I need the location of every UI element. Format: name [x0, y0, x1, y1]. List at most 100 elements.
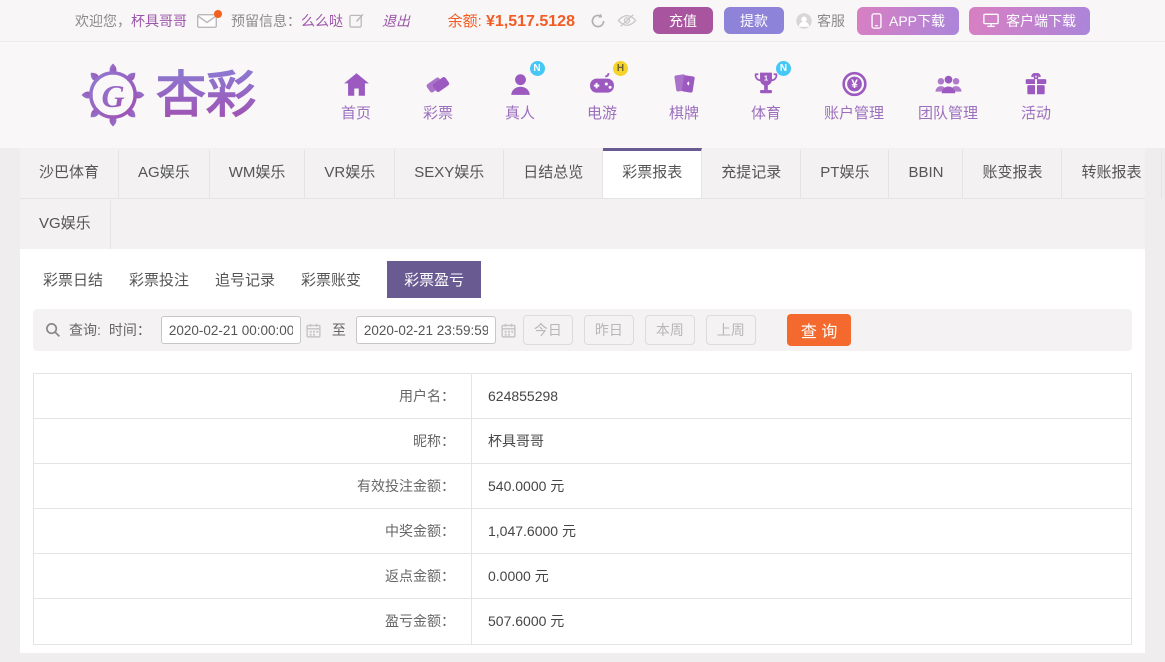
time-label: 时间： [108, 322, 151, 338]
balance: 余额: ¥1,517.5128 [448, 10, 575, 31]
tab-deposit-withdraw-records[interactable]: 充提记录 [702, 148, 802, 198]
nav-item-egames[interactable]: H 电游 [578, 61, 628, 123]
quick-last-week-button[interactable]: 上周 [705, 315, 756, 345]
tab-daily-overview[interactable]: 日结总览 [504, 148, 604, 198]
nav-item-sports[interactable]: 1 N 体育 [742, 61, 791, 123]
recharge-button[interactable]: 充值 [652, 7, 713, 34]
row-value: 507.6000 元 [488, 613, 565, 629]
refresh-icon[interactable] [589, 12, 607, 30]
badge-n: N [776, 61, 791, 76]
logo-text: 杏彩 [156, 67, 256, 123]
logo-emblem-icon: G [81, 63, 145, 127]
svg-text:1: 1 [764, 73, 768, 82]
row-value: 杯具哥哥 [488, 433, 544, 449]
profit-loss-table: 用户名： 624855298 昵称： 杯具哥哥 有效投注金额： 540.0000… [33, 373, 1132, 645]
tab-balance-query[interactable]: 余额查询 [1162, 148, 1165, 198]
tab-account-change-report[interactable]: 账变报表 [963, 148, 1063, 198]
table-row-winning-amount: 中奖金额： 1,047.6000 元 [34, 509, 1131, 554]
logout-link[interactable]: 退出 [382, 11, 410, 31]
edit-icon[interactable] [349, 13, 364, 28]
tab-transfer-report[interactable]: 转账报表 [1062, 148, 1162, 198]
tab-vr[interactable]: VR娱乐 [305, 148, 396, 198]
tab-ag[interactable]: AG娱乐 [119, 148, 210, 198]
tab-wm[interactable]: WM娱乐 [210, 148, 306, 198]
query-label: 查询: [69, 322, 101, 338]
logo[interactable]: G 杏彩 [80, 62, 274, 128]
row-value: 624855298 [488, 388, 559, 404]
tab-shaba-sports[interactable]: 沙巴体育 [20, 148, 120, 198]
nav-item-team-management[interactable]: 团队管理 [918, 67, 978, 123]
row-label: 用户名： [34, 374, 472, 418]
tab-vg[interactable]: VG娱乐 [20, 199, 111, 249]
balance-label: 余额: [447, 13, 482, 30]
tab-pt[interactable]: PT娱乐 [801, 148, 890, 198]
badge-n: N [529, 61, 545, 76]
date-to-input[interactable] [355, 316, 496, 344]
gamepad-icon: H [587, 61, 628, 97]
trophy-icon: 1 N [752, 61, 791, 97]
nav-item-lottery[interactable]: 彩票 [414, 67, 462, 123]
client-download-button[interactable]: 客户端下载 [969, 6, 1090, 35]
live-person-icon: N [507, 61, 545, 97]
date-from-input[interactable] [160, 316, 301, 344]
reserved-value[interactable]: 么么哒 [301, 11, 343, 31]
lottery-subtabs: 彩票日结 彩票投注 追号记录 彩票账变 彩票盈亏 [43, 260, 1132, 298]
site-header: G 杏彩 首页 彩票 N 真人 H 电游 棋牌 1 N 体育 ¥ 账户管理 团队… [0, 42, 1165, 148]
svg-text:G: G [101, 79, 124, 114]
report-tabstrip: 沙巴体育 AG娱乐 WM娱乐 VR娱乐 SEXY娱乐 日结总览 彩票报表 充提记… [20, 148, 1162, 249]
row-label: 盈亏金额： [34, 599, 472, 644]
balance-value: ¥1,517.5128 [486, 13, 575, 30]
table-row-profit-loss-amount: 盈亏金额： 507.6000 元 [34, 599, 1131, 644]
badge-h: H [613, 61, 628, 76]
row-value: 0.0000 元 [488, 568, 549, 584]
nav-item-board-games[interactable]: 棋牌 [660, 67, 708, 123]
monitor-icon [983, 13, 999, 28]
nav-item-home[interactable]: 首页 [332, 67, 380, 123]
subtab-lottery-daily[interactable]: 彩票日结 [43, 261, 103, 298]
to-separator: 至 [331, 322, 346, 338]
customer-service-link[interactable]: 客服 [795, 11, 845, 31]
tab-bbin[interactable]: BBIN [889, 148, 964, 198]
customer-service-label: 客服 [816, 12, 845, 29]
app-download-label: APP下载 [888, 12, 945, 29]
table-row-username: 用户名： 624855298 [34, 374, 1131, 419]
username: 杯具哥哥 [131, 12, 187, 29]
row-label: 有效投注金额： [34, 464, 472, 508]
client-download-label: 客户端下载 [1006, 12, 1076, 29]
quick-yesterday-button[interactable]: 昨日 [583, 315, 634, 345]
quick-today-button[interactable]: 今日 [522, 315, 573, 345]
quick-this-week-button[interactable]: 本周 [644, 315, 695, 345]
row-label: 昵称： [34, 419, 472, 463]
topbar: 欢迎您， 杯具哥哥 预留信息： 么么哒 退出 余额: ¥1,517.5128 充… [0, 0, 1165, 42]
team-icon [934, 67, 963, 97]
mail-icon[interactable] [197, 9, 222, 28]
subtab-lottery-account-change[interactable]: 彩票账变 [301, 261, 361, 298]
tab-sexy[interactable]: SEXY娱乐 [395, 148, 505, 198]
row-value: 540.0000 元 [488, 478, 565, 494]
hide-balance-icon[interactable] [617, 13, 637, 28]
calendar-icon[interactable] [306, 323, 321, 338]
unread-dot [214, 9, 222, 18]
subtab-chase-records[interactable]: 追号记录 [215, 261, 275, 298]
row-label: 返点金额： [34, 554, 472, 598]
subtab-lottery-bets[interactable]: 彩票投注 [129, 261, 189, 298]
calendar-icon[interactable] [501, 323, 516, 338]
app-download-button[interactable]: APP下载 [856, 6, 959, 35]
subtab-lottery-profit-loss[interactable]: 彩票盈亏 [387, 260, 482, 298]
tab-row-2: VG娱乐 [20, 198, 1145, 249]
nav-item-promotions[interactable]: 活动 [1012, 67, 1060, 123]
withdraw-button[interactable]: 提款 [723, 7, 784, 34]
svg-text:¥: ¥ [851, 77, 858, 91]
lottery-ticket-icon [424, 67, 452, 97]
home-icon [343, 67, 370, 97]
query-submit-button[interactable]: 查 询 [786, 314, 852, 346]
tab-lottery-report[interactable]: 彩票报表 [603, 148, 703, 198]
nav-item-account-management[interactable]: ¥ 账户管理 [824, 67, 884, 123]
search-icon [45, 322, 61, 338]
row-label: 中奖金额： [34, 509, 472, 553]
nav-item-live-casino[interactable]: N 真人 [496, 61, 545, 123]
tab-row-1: 沙巴体育 AG娱乐 WM娱乐 VR娱乐 SEXY娱乐 日结总览 彩票报表 充提记… [20, 148, 1162, 198]
yen-coin-icon: ¥ [841, 67, 868, 97]
cards-icon [671, 67, 698, 97]
table-row-nickname: 昵称： 杯具哥哥 [34, 419, 1131, 464]
